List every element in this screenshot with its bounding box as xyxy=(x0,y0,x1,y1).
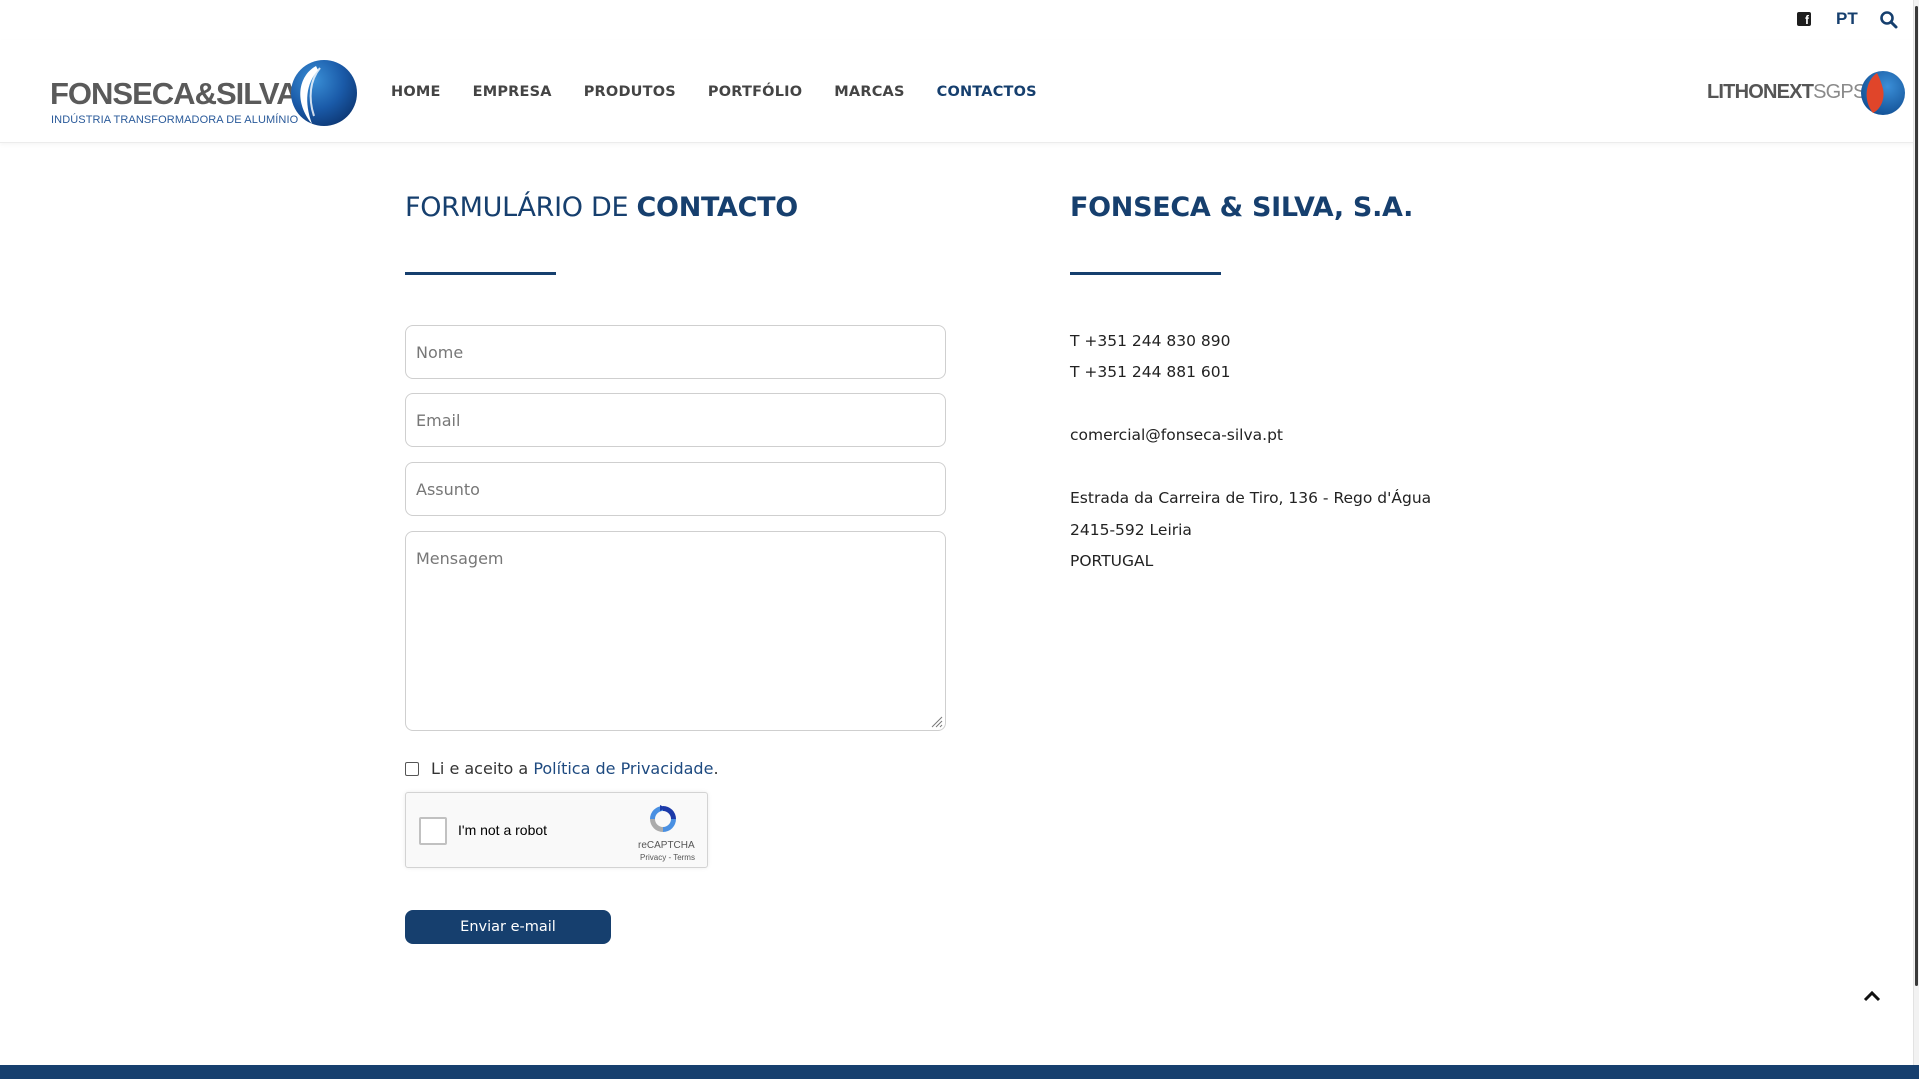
company-title-underline xyxy=(1070,272,1221,275)
privacy-policy-link[interactable]: Política de Privacidade xyxy=(533,759,713,778)
partner-name: LITHONEXT xyxy=(1707,81,1814,103)
back-to-top-icon[interactable] xyxy=(1862,989,1882,1003)
recaptcha-label: I'm not a robot xyxy=(458,822,548,838)
company-email[interactable]: comercial@fonseca-silva.pt xyxy=(1070,426,1283,444)
nav-home[interactable]: HOME xyxy=(391,84,441,100)
message-textarea[interactable] xyxy=(405,531,946,731)
privacy-consent-checkbox[interactable] xyxy=(405,761,419,776)
site-header: FONSECA&SILVA INDÚSTRIA TRANSFORMADORA D… xyxy=(0,40,1919,143)
page-scrollbar[interactable] xyxy=(1913,0,1919,1065)
nav-empresa[interactable]: EMPRESA xyxy=(473,84,552,100)
phone-2: T +351 244 881 601 xyxy=(1070,363,1231,381)
form-title-underline xyxy=(405,272,556,275)
recaptcha-widget: I'm not a robot reCAPTCHA Privacy - Term… xyxy=(405,792,708,868)
recaptcha-brand: reCAPTCHA xyxy=(638,840,695,851)
facebook-icon[interactable]: f xyxy=(1797,12,1811,26)
address-line-2: 2415-592 Leiria xyxy=(1070,521,1192,539)
consent-prefix: Li e aceito a xyxy=(431,759,529,778)
privacy-consent: Li e aceito a Política de Privacidade. xyxy=(405,759,719,778)
partner-globe-icon xyxy=(1861,71,1905,115)
recaptcha-logo-icon xyxy=(650,805,676,832)
logo-tagline: INDÚSTRIA TRANSFORMADORA DE ALUMÍNIO xyxy=(51,114,299,126)
email-input[interactable] xyxy=(405,393,946,447)
name-input[interactable] xyxy=(405,325,946,379)
phone-1: T +351 244 830 890 xyxy=(1070,332,1231,350)
language-selector[interactable]: PT xyxy=(1836,9,1858,29)
subject-input[interactable] xyxy=(405,462,946,516)
send-email-button[interactable]: Enviar e-mail xyxy=(405,910,611,944)
scrollbar-thumb[interactable] xyxy=(1915,6,1918,986)
recaptcha-checkbox[interactable] xyxy=(419,817,447,845)
partner-logo[interactable]: LITHONEXTSGPS xyxy=(1707,69,1907,117)
partner-suffix: SGPS xyxy=(1813,81,1866,103)
company-title: FONSECA & SILVA, S.A. xyxy=(1070,192,1414,223)
logo-globe-icon xyxy=(291,60,357,126)
recaptcha-links[interactable]: Privacy - Terms xyxy=(640,853,695,862)
resize-grip-icon[interactable] xyxy=(929,714,943,728)
form-title: FORMULÁRIO DE CONTACTO xyxy=(405,192,798,223)
site-footer xyxy=(0,1065,1919,1079)
company-logo[interactable]: FONSECA&SILVA INDÚSTRIA TRANSFORMADORA D… xyxy=(50,58,360,128)
logo-brand-text: FONSECA&SILVA xyxy=(50,76,299,111)
nav-produtos[interactable]: PRODUTOS xyxy=(584,84,676,100)
nav-portfolio[interactable]: PORTFÓLIO xyxy=(708,84,802,100)
nav-marcas[interactable]: MARCAS xyxy=(834,84,904,100)
address-country: PORTUGAL xyxy=(1070,552,1154,570)
top-utility-bar: f PT xyxy=(0,0,1919,40)
address-line-1: Estrada da Carreira de Tiro, 136 - Rego … xyxy=(1070,489,1432,507)
search-icon[interactable] xyxy=(1879,10,1899,30)
main-navigation: HOME EMPRESA PRODUTOS PORTFÓLIO MARCAS C… xyxy=(391,84,1069,100)
consent-suffix: . xyxy=(713,759,719,778)
nav-contactos[interactable]: CONTACTOS xyxy=(937,84,1037,100)
